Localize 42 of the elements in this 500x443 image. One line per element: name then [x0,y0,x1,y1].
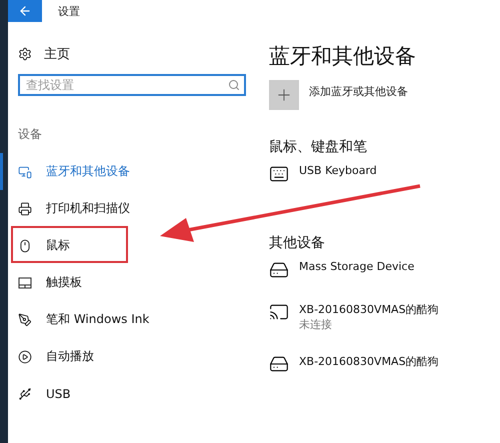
nav-item[interactable]: 自动播放 [0,338,258,375]
devices-icon [18,164,32,178]
add-button[interactable] [269,80,299,110]
device-name[interactable]: XB-20160830VMAS的酷狗 [299,302,439,317]
nav-item[interactable]: 打印机和扫描仪 [0,190,258,227]
drive-icon [269,260,289,280]
device-name[interactable]: XB-20160830VMAS的酷狗 [299,354,439,369]
nav-label: 笔和 Windows Ink [46,311,150,328]
cast-icon [269,302,289,322]
search-icon [228,79,240,91]
device-name[interactable]: USB Keyboard [299,164,377,177]
play-icon [18,350,32,364]
device-name[interactable]: Mass Storage Device [299,260,414,273]
nav-item[interactable]: 笔和 Windows Ink [0,301,258,338]
nav-item[interactable]: USB [0,375,258,412]
window-title: 设置 [58,4,80,18]
usb-icon [18,386,32,400]
page-title: 蓝牙和其他设备 [269,43,417,70]
nav-label: USB [46,386,71,400]
nav-item[interactable]: 蓝牙和其他设备 [0,153,258,190]
mouse-icon [18,238,32,252]
nav-label: 打印机和扫描仪 [46,200,130,217]
nav-item[interactable]: 鼠标 [0,227,258,264]
back-button[interactable] [8,0,42,22]
add-label: 添加蓝牙或其他设备 [309,84,408,100]
nav-label: 蓝牙和其他设备 [46,163,130,180]
home-link[interactable]: 主页 [44,45,70,63]
device-status: 未连接 [299,317,333,332]
printer-icon [18,202,32,216]
nav-item[interactable]: 触摸板 [0,264,258,301]
group-heading: 其他设备 [269,234,326,252]
section-heading: 设备 [18,126,43,143]
drive-icon [269,354,289,374]
nav-label: 触摸板 [46,274,82,291]
keyboard-icon [269,164,289,184]
nav-label: 自动播放 [46,348,94,365]
search-field[interactable]: 查找设置 [18,74,246,96]
nav-label: 鼠标 [46,237,70,254]
group-heading: 鼠标、键盘和笔 [269,138,368,156]
touchpad-icon [18,276,32,290]
gear-icon [18,47,32,61]
pen-icon [18,312,32,326]
